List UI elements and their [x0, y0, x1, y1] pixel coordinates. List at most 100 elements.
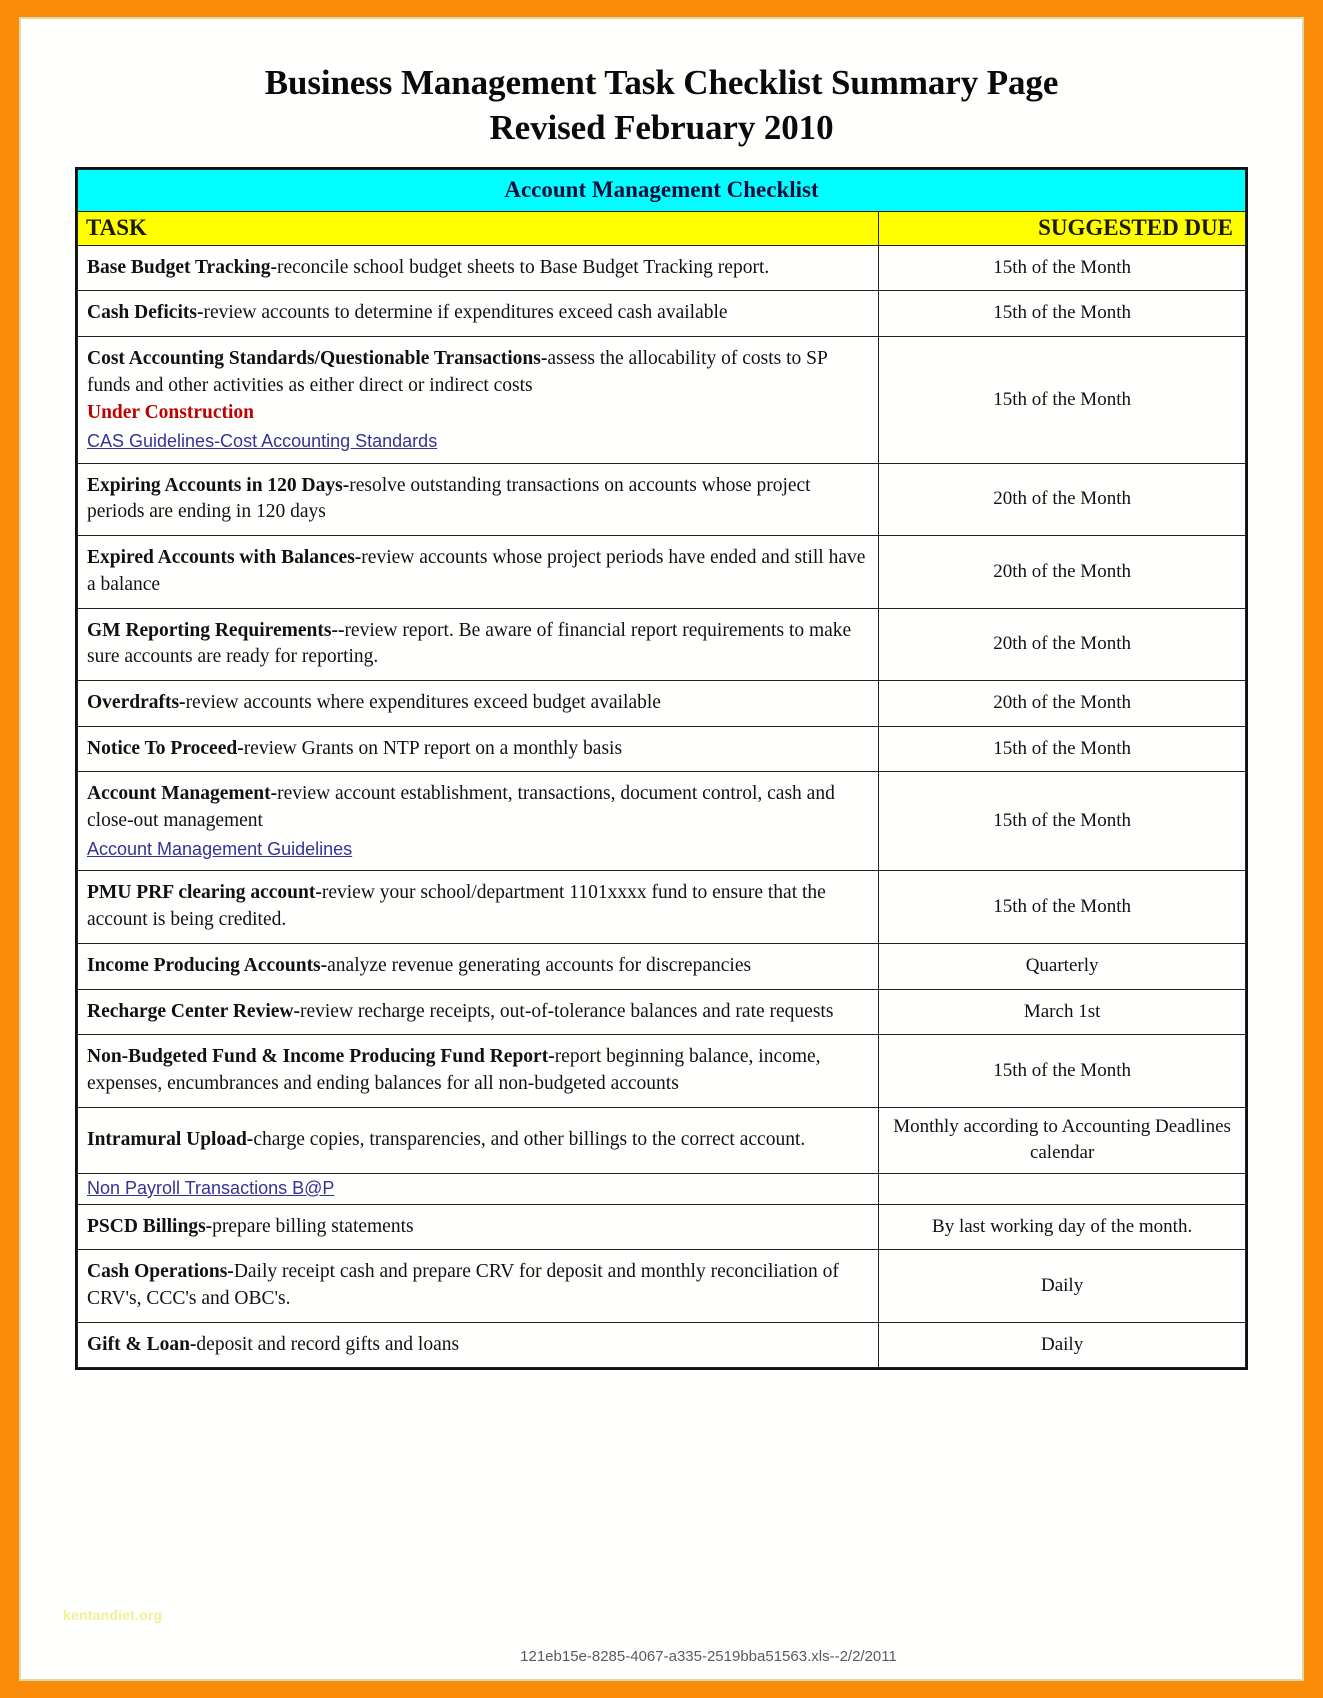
task-name: Account Management-	[87, 783, 278, 805]
task-name: Intramural Upload-	[87, 1128, 254, 1150]
task-name: Gift & Loan-	[87, 1333, 197, 1355]
task-name: Non-Budgeted Fund & Income Producing Fun…	[87, 1046, 555, 1068]
due-cell: 15th of the Month	[878, 771, 1246, 872]
table-row: Non Payroll Transactions B@P	[76, 1172, 1246, 1205]
due-cell: 15th of the Month	[878, 870, 1246, 944]
task-cell: Income Producing Accounts-analyze revenu…	[76, 942, 880, 990]
task-link[interactable]: CAS Guidelines-Cost Accounting Standards	[87, 429, 868, 454]
due-cell: Daily	[878, 1321, 1246, 1369]
task-link[interactable]: Non Payroll Transactions B@P	[87, 1176, 869, 1201]
task-name: Notice To Proceed-	[87, 737, 244, 759]
task-cell: Overdrafts-review accounts where expendi…	[76, 679, 880, 727]
task-name: Expired Accounts with Balances-	[87, 547, 362, 569]
page-border-frame: Business Management Task Checklist Summa…	[0, 0, 1323, 1698]
table-row: Gift & Loan-deposit and record gifts and…	[76, 1321, 1246, 1369]
task-name: Overdrafts-	[87, 691, 186, 713]
task-name: PSCD Billings-	[87, 1215, 213, 1237]
account-management-checklist-table: Account Management Checklist TASK SUGGES…	[76, 168, 1246, 1369]
task-name: GM Reporting Requirements--	[87, 619, 345, 641]
table-row: PMU PRF clearing account-review your sch…	[76, 870, 1246, 944]
task-description: reconcile school budget sheets to Base B…	[276, 256, 770, 278]
due-cell: 15th of the Month	[878, 725, 1246, 773]
task-cell: Expiring Accounts in 120 Days-resolve ou…	[76, 462, 880, 537]
document-page: Business Management Task Checklist Summa…	[19, 17, 1304, 1681]
due-cell: 15th of the Month	[878, 244, 1246, 292]
task-cell: Non-Budgeted Fund & Income Producing Fun…	[76, 1034, 880, 1108]
checklist-body: Account Management Checklist TASK SUGGES…	[76, 168, 1246, 246]
column-header-row: TASK SUGGESTED DUE	[76, 210, 1246, 246]
due-cell: Quarterly	[878, 942, 1246, 990]
banner-row: Account Management Checklist	[77, 168, 1246, 212]
task-cell: PMU PRF clearing account-review your sch…	[76, 870, 880, 944]
task-name: Cash Deficits-	[87, 302, 204, 324]
task-description: review accounts to determine if expendit…	[203, 302, 728, 324]
due-cell: Monthly according to Accounting Deadline…	[878, 1106, 1246, 1174]
task-description: review accounts where expenditures excee…	[185, 691, 661, 713]
task-cell: GM Reporting Requirements--review report…	[76, 607, 880, 681]
footer-document-id: 121eb15e-8285-4067-a335-2519bba51563.xls…	[520, 1648, 897, 1665]
due-cell: Daily	[878, 1249, 1246, 1323]
table-row: Overdrafts-review accounts where expendi…	[76, 679, 1246, 727]
checklist-banner: Account Management Checklist	[77, 168, 1246, 212]
table-row: Cash Deficits-review accounts to determi…	[76, 290, 1246, 337]
column-header-due: SUGGESTED DUE	[878, 210, 1246, 246]
task-cell: Expired Accounts with Balances-review ac…	[76, 535, 880, 609]
due-cell: 15th of the Month	[878, 1034, 1246, 1108]
task-description: deposit and record gifts and loans	[196, 1333, 460, 1355]
table-row: Base Budget Tracking-reconcile school bu…	[76, 244, 1246, 292]
due-cell: March 1st	[878, 988, 1246, 1036]
column-header-task: TASK	[76, 210, 880, 246]
table-row: PSCD Billings-prepare billing statements…	[76, 1203, 1246, 1251]
task-cell: Account Management-review account establ…	[76, 771, 880, 872]
checklist-table-container: Account Management Checklist TASK SUGGES…	[75, 166, 1248, 1371]
due-cell: 15th of the Month	[878, 336, 1246, 464]
due-cell: 20th of the Month	[878, 679, 1246, 727]
due-cell	[878, 1172, 1246, 1205]
task-name: Income Producing Accounts-	[87, 954, 328, 976]
table-row: Recharge Center Review-review recharge r…	[76, 988, 1246, 1036]
table-row: Cash Operations-Daily receipt cash and p…	[76, 1249, 1246, 1323]
task-name: Cost Accounting Standards/Questionable T…	[87, 348, 548, 369]
table-row: Non-Budgeted Fund & Income Producing Fun…	[76, 1034, 1246, 1108]
task-cell: PSCD Billings-prepare billing statements	[76, 1203, 880, 1251]
due-cell: By last working day of the month.	[878, 1203, 1246, 1251]
task-name: PMU PRF clearing account-	[87, 882, 322, 904]
task-cell: Non Payroll Transactions B@P	[76, 1172, 880, 1205]
task-description: review Grants on NTP report on a monthly…	[243, 737, 623, 759]
table-row: Income Producing Accounts-analyze revenu…	[76, 942, 1246, 990]
table-row: Notice To Proceed-review Grants on NTP r…	[76, 725, 1246, 773]
due-cell: 20th of the Month	[878, 607, 1246, 681]
task-cell: Cash Operations-Daily receipt cash and p…	[76, 1249, 880, 1323]
task-cell: Cash Deficits-review accounts to determi…	[76, 290, 880, 337]
table-row: Expiring Accounts in 120 Days-resolve ou…	[76, 462, 1246, 537]
task-name: Expiring Accounts in 120 Days-	[87, 474, 350, 496]
task-cell: Cost Accounting Standards/Questionable T…	[76, 336, 880, 464]
page-title: Business Management Task Checklist Summa…	[21, 19, 1302, 151]
task-cell: Intramural Upload-charge copies, transpa…	[76, 1106, 880, 1174]
task-cell: Recharge Center Review-review recharge r…	[76, 988, 880, 1036]
task-name: Recharge Center Review-	[87, 1000, 300, 1022]
watermark: kentandiet.org	[63, 1607, 163, 1623]
table-row: Cost Accounting Standards/Questionable T…	[76, 336, 1246, 464]
table-row: Expired Accounts with Balances-review ac…	[76, 535, 1246, 609]
table-row: Account Management-review account establ…	[76, 771, 1246, 872]
page-title-line1: Business Management Task Checklist Summa…	[264, 63, 1059, 102]
due-cell: 20th of the Month	[878, 535, 1246, 609]
task-cell: Notice To Proceed-review Grants on NTP r…	[76, 725, 880, 773]
table-row: GM Reporting Requirements--review report…	[76, 607, 1246, 681]
task-cell: Base Budget Tracking-reconcile school bu…	[76, 244, 880, 292]
task-cell: Gift & Loan-deposit and record gifts and…	[76, 1321, 880, 1369]
task-name: Base Budget Tracking-	[87, 256, 277, 278]
task-description: review recharge receipts, out-of-toleran…	[299, 1000, 834, 1022]
due-cell: 15th of the Month	[878, 290, 1246, 337]
task-description: prepare billing statements	[212, 1215, 414, 1237]
task-link[interactable]: Account Management Guidelines	[87, 837, 868, 862]
table-row: Intramural Upload-charge copies, transpa…	[76, 1106, 1246, 1174]
task-description: analyze revenue generating accounts for …	[327, 954, 752, 976]
task-description: charge copies, transparencies, and other…	[253, 1128, 806, 1150]
status-badge: Under Construction	[87, 402, 255, 424]
due-cell: 20th of the Month	[878, 462, 1246, 537]
checklist-rows: Base Budget Tracking-reconcile school bu…	[76, 244, 1246, 1369]
task-name: Cash Operations-	[87, 1261, 234, 1283]
page-title-line2: Revised February 2010	[489, 107, 834, 147]
